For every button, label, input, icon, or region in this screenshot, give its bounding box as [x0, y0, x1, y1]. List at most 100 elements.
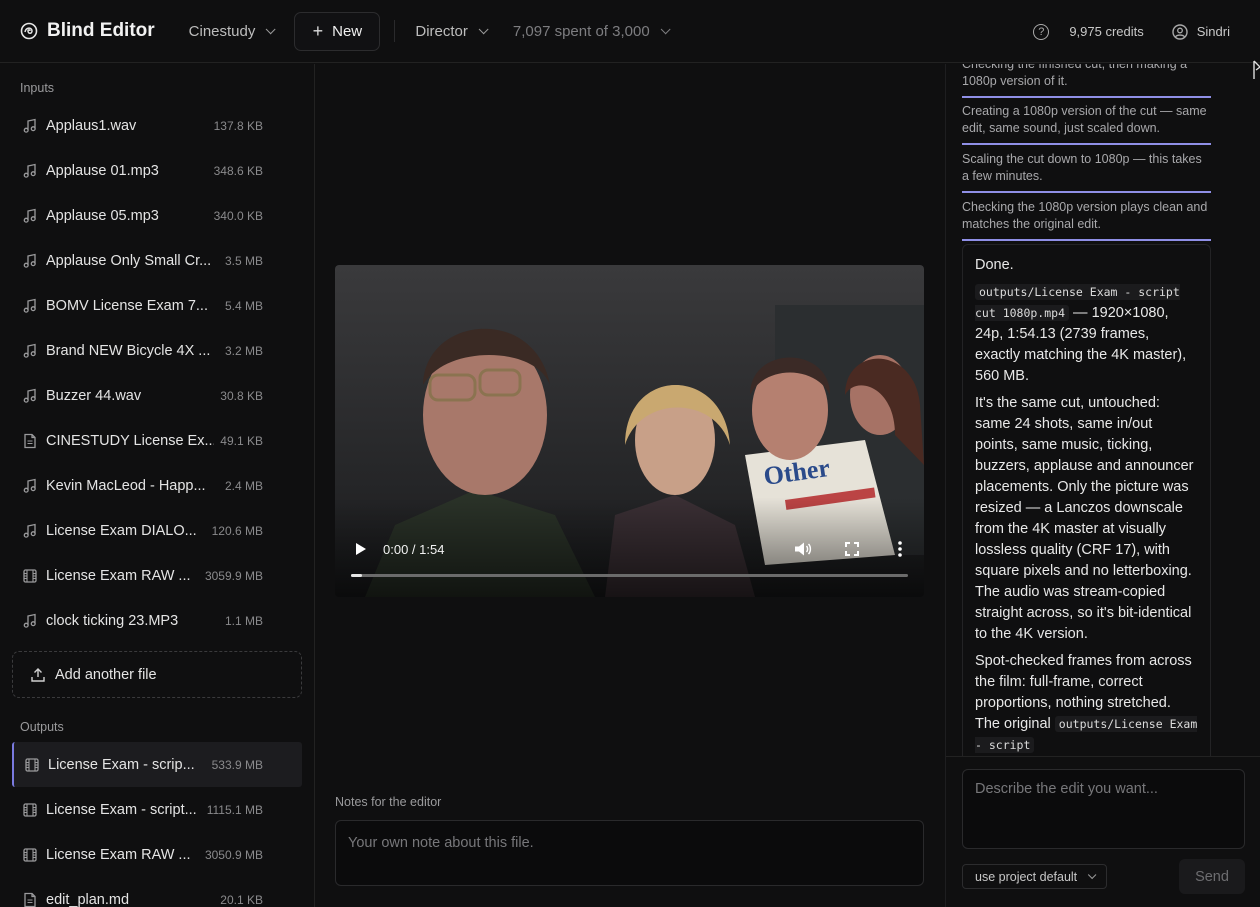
- chat-divider: [946, 756, 1260, 757]
- film-icon: [24, 757, 40, 773]
- document-icon: [22, 433, 38, 449]
- file-row[interactable]: License Exam - script... 1115.1 MB: [0, 787, 314, 832]
- music-note-icon: [22, 388, 38, 404]
- budget-label: 7,097 spent of 3,000: [512, 22, 650, 40]
- music-note-icon: [22, 298, 38, 314]
- plus-icon: +: [312, 21, 324, 41]
- file-size: 1.1 MB: [224, 613, 263, 628]
- user-icon[interactable]: [1172, 23, 1188, 40]
- add-file-label: Add another file: [55, 666, 157, 683]
- file-name: Applause 05.mp3: [46, 207, 159, 224]
- file-size: 1115.1 MB: [206, 802, 263, 817]
- file-row[interactable]: License Exam RAW ... 3050.9 MB: [0, 832, 314, 877]
- file-row[interactable]: edit_plan.md 20.1 KB: [0, 877, 314, 907]
- file-size: 340.0 KB: [213, 208, 263, 223]
- more-options-icon[interactable]: [897, 540, 903, 558]
- app-title: Blind Editor: [47, 20, 155, 41]
- preview-area: Other 0:00 / 1:54 Notes for the editor: [316, 64, 944, 907]
- file-row[interactable]: License Exam RAW ... 3059.9 MB: [0, 553, 314, 598]
- file-size: 348.6 KB: [213, 163, 263, 178]
- inputs-list: Applaus1.wav 137.8 KB Applause 01.mp3 348.6…: [0, 103, 314, 643]
- help-icon[interactable]: ?: [1033, 23, 1050, 40]
- progress-step: Checking the finished cut, then making a…: [962, 64, 1211, 98]
- play-icon[interactable]: [355, 542, 367, 556]
- user-name[interactable]: Sindri: [1197, 24, 1230, 39]
- edit-prompt-input[interactable]: [962, 769, 1245, 849]
- file-row[interactable]: Kevin MacLeod - Happ... 2.4 MB: [0, 463, 314, 508]
- message-paragraph: outputs/License Exam - script cut 1080p.…: [975, 282, 1198, 387]
- music-note-icon: [22, 163, 38, 179]
- file-size: 137.8 KB: [213, 118, 263, 133]
- project-name: Cinestudy: [188, 22, 256, 40]
- file-row[interactable]: CINESTUDY License Ex... 49.1 KB: [0, 418, 314, 463]
- file-name: Applause Only Small Cr...: [46, 252, 212, 269]
- header-divider: [394, 20, 396, 42]
- add-file-button[interactable]: Add another file: [12, 651, 302, 698]
- file-name: clock ticking 23.MP3: [46, 612, 179, 629]
- file-row[interactable]: License Exam DIALO... 120.6 MB: [0, 508, 314, 553]
- send-button[interactable]: Send: [1179, 859, 1245, 894]
- notes-input[interactable]: [335, 820, 924, 886]
- message-done: Done.: [975, 257, 1014, 273]
- file-row[interactable]: License Exam - scrip... 533.9 MB: [12, 742, 302, 787]
- file-size: 2.4 MB: [224, 478, 263, 493]
- file-size: 3.2 MB: [224, 343, 263, 358]
- inputs-heading: Inputs: [20, 81, 55, 95]
- file-row[interactable]: Applause 05.mp3 340.0 KB: [0, 193, 314, 238]
- file-size: 3.5 MB: [224, 253, 263, 268]
- outputs-list: License Exam - scrip... 533.9 MB License E…: [0, 742, 314, 907]
- film-icon: [22, 847, 38, 863]
- video-player[interactable]: Other 0:00 / 1:54: [335, 265, 924, 597]
- notes-label: Notes for the editor: [335, 795, 442, 809]
- file-size: 120.6 MB: [211, 523, 263, 538]
- file-size: 533.9 MB: [211, 757, 263, 772]
- file-row[interactable]: BOMV License Exam 7... 5.4 MB: [0, 283, 314, 328]
- chevron-down-icon: [478, 23, 489, 34]
- new-button[interactable]: + New: [294, 11, 381, 51]
- credits-count: 9,975 credits: [1069, 24, 1144, 39]
- chat-log[interactable]: Checking the finished cut, then making a…: [946, 64, 1260, 756]
- file-row[interactable]: Applaus1.wav 137.8 KB: [0, 103, 314, 148]
- video-progress-bar[interactable]: [351, 574, 908, 577]
- file-name: Applaus1.wav: [46, 117, 137, 134]
- file-size: 3059.9 MB: [204, 568, 263, 583]
- upload-icon: [30, 667, 46, 683]
- outputs-heading: Outputs: [20, 720, 64, 734]
- progress-step: Scaling the cut down to 1080p — this tak…: [962, 151, 1211, 193]
- file-size: 5.4 MB: [224, 298, 263, 313]
- message-paragraph: Spot-checked frames from across the film…: [975, 651, 1198, 756]
- file-name: CINESTUDY License Ex...: [46, 432, 215, 449]
- progress-step: Checking the 1080p version plays clean a…: [962, 199, 1211, 241]
- file-name: edit_plan.md: [46, 891, 130, 907]
- film-icon: [22, 802, 38, 818]
- file-name: Buzzer 44.wav: [46, 387, 142, 404]
- file-row[interactable]: Brand NEW Bicycle 4X ... 3.2 MB: [0, 328, 314, 373]
- budget-selector[interactable]: 7,097 spent of 3,000: [512, 22, 671, 40]
- mode-selector[interactable]: Director: [415, 23, 489, 40]
- volume-icon[interactable]: [794, 541, 812, 557]
- file-name: License Exam RAW ...: [46, 567, 191, 584]
- music-note-icon: [22, 613, 38, 629]
- fullscreen-icon[interactable]: [845, 542, 859, 556]
- model-select[interactable]: use project default: [962, 864, 1107, 889]
- file-row[interactable]: Applause Only Small Cr... 3.5 MB: [0, 238, 314, 283]
- message-paragraph: It's the same cut, untouched: same 24 sh…: [975, 395, 1194, 642]
- file-sidebar: Inputs Applaus1.wav 137.8 KB Applause 01.m…: [0, 64, 315, 907]
- file-row[interactable]: Buzzer 44.wav 30.8 KB: [0, 373, 314, 418]
- file-name: License Exam - scrip...: [48, 756, 195, 773]
- model-select-value: use project default: [975, 869, 1078, 884]
- file-row[interactable]: Applause 01.mp3 348.6 KB: [0, 148, 314, 193]
- chevron-down-icon: [1088, 870, 1097, 879]
- file-name: License Exam - script...: [46, 801, 197, 818]
- file-size: 20.1 KB: [220, 892, 263, 907]
- brand[interactable]: Blind Editor: [20, 20, 155, 42]
- file-name: License Exam DIALO...: [46, 522, 197, 539]
- app-root: Blind Editor Cinestudy + New Director 7,…: [0, 0, 1260, 907]
- chevron-down-icon: [660, 23, 671, 34]
- music-note-icon: [22, 478, 38, 494]
- file-row[interactable]: clock ticking 23.MP3 1.1 MB: [0, 598, 314, 643]
- project-selector[interactable]: Cinestudy: [188, 22, 276, 40]
- file-name: Brand NEW Bicycle 4X ...: [46, 342, 211, 359]
- music-note-icon: [22, 208, 38, 224]
- document-icon: [22, 892, 38, 907]
